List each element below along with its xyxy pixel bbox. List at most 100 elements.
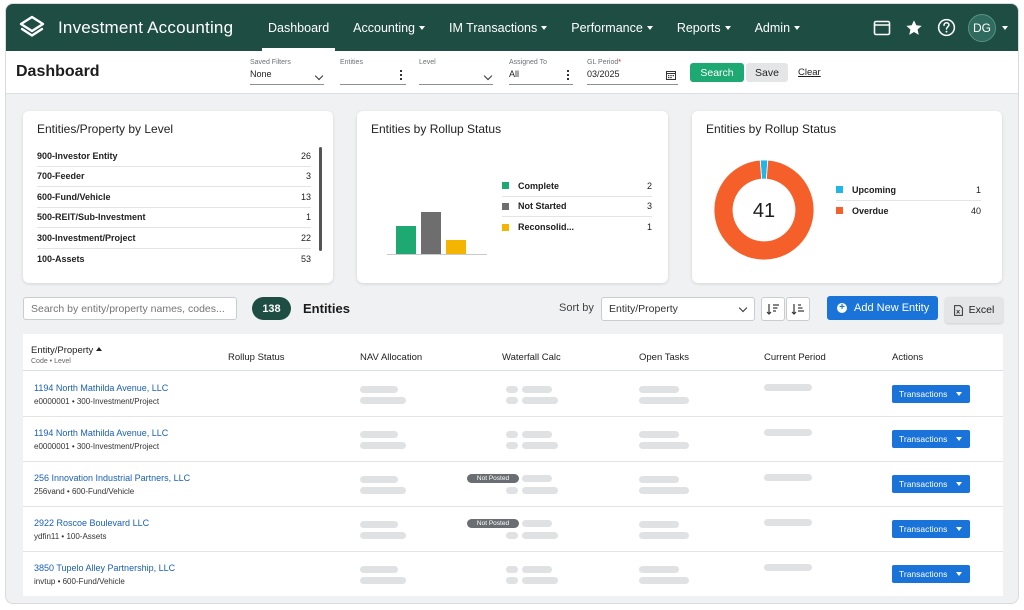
help-icon[interactable] bbox=[936, 18, 956, 38]
caret-down-icon bbox=[724, 25, 731, 30]
level-label: 300-Investment/Project bbox=[37, 232, 136, 243]
level-label: 100-Assets bbox=[37, 253, 85, 264]
scrollbar[interactable] bbox=[319, 147, 322, 251]
level-label: 700-Feeder bbox=[37, 171, 85, 182]
table-row[interactable]: 3850 Tupelo Alley Partnership, LLC invtu… bbox=[23, 552, 1003, 597]
col-current-period[interactable]: Current Period bbox=[764, 352, 826, 363]
not-posted-badge: Not Posted bbox=[467, 519, 519, 528]
button-label: Transactions bbox=[899, 524, 948, 534]
entity-code-level: e0000001 • 300-Investment/Project bbox=[34, 397, 160, 406]
nav-reports[interactable]: Reports bbox=[665, 4, 743, 51]
more-vertical-icon[interactable] bbox=[400, 70, 402, 80]
list-item[interactable]: 100-Assets 53 bbox=[37, 249, 311, 270]
sort-descending-button[interactable] bbox=[761, 297, 785, 321]
transactions-button[interactable]: Transactions bbox=[892, 430, 970, 448]
legend-item: Reconsolid... 1 bbox=[502, 217, 652, 238]
layers-logo-icon bbox=[19, 15, 45, 37]
transactions-button[interactable]: Transactions bbox=[892, 475, 970, 493]
more-vertical-icon[interactable] bbox=[567, 70, 569, 80]
donut-total-label: 41 bbox=[753, 200, 775, 222]
level-select[interactable]: Level bbox=[419, 59, 493, 85]
app-window: Investment Accounting Dashboard Accounti… bbox=[5, 3, 1019, 604]
field-label: Saved Filters bbox=[250, 59, 291, 66]
sort-by-label: Sort by bbox=[559, 302, 594, 314]
table-header: Entity/Property Code • Level Rollup Statu… bbox=[23, 334, 1003, 371]
legend-item: Not Started 3 bbox=[502, 197, 652, 217]
transactions-button[interactable]: Transactions bbox=[892, 520, 970, 538]
add-new-entity-button[interactable]: + Add New Entity bbox=[827, 296, 938, 320]
col-rollup-status[interactable]: Rollup Status bbox=[228, 352, 285, 363]
plus-circle-icon: + bbox=[837, 303, 847, 313]
nav-label: Performance bbox=[571, 20, 643, 35]
nav-admin[interactable]: Admin bbox=[743, 4, 812, 51]
list-item[interactable]: 600-Fund/Vehicle 13 bbox=[37, 187, 311, 208]
list-item[interactable]: 300-Investment/Project 22 bbox=[37, 228, 311, 249]
nav-accounting[interactable]: Accounting bbox=[341, 4, 437, 51]
loading-placeholder bbox=[639, 476, 679, 483]
search-button[interactable]: Search bbox=[690, 63, 744, 82]
entity-search-input[interactable] bbox=[23, 297, 237, 320]
legend-label: Upcoming bbox=[852, 184, 896, 195]
calendar-icon[interactable] bbox=[666, 70, 676, 80]
legend-label: Not Started bbox=[518, 201, 567, 212]
loading-placeholder bbox=[639, 431, 679, 438]
loading-placeholder bbox=[360, 577, 406, 584]
table-row[interactable]: 2922 Roscoe Boulevard LLC ydfin11 • 100-… bbox=[23, 507, 1003, 552]
entity-count-badge: 138 bbox=[252, 297, 291, 320]
save-button[interactable]: Save bbox=[746, 63, 788, 82]
nav-dashboard[interactable]: Dashboard bbox=[256, 4, 341, 51]
user-avatar[interactable]: DG bbox=[968, 13, 996, 42]
entity-link[interactable]: 1194 North Mathilda Avenue, LLC bbox=[34, 383, 168, 393]
entity-link[interactable]: 1194 North Mathilda Avenue, LLC bbox=[34, 428, 168, 438]
sort-select[interactable]: Entity/Property bbox=[601, 297, 755, 321]
loading-placeholder bbox=[764, 519, 812, 526]
transactions-button[interactable]: Transactions bbox=[892, 385, 970, 403]
entities-field[interactable]: Entities bbox=[340, 59, 406, 85]
window-icon[interactable] bbox=[872, 18, 892, 38]
rollup-bar-legend: Complete 2 Not Started 3 Reconsolid... 1 bbox=[502, 176, 652, 238]
gl-period-field[interactable]: GL Period* 03/2025 bbox=[587, 59, 678, 85]
nav-label: IM Transactions bbox=[449, 20, 538, 35]
loading-placeholder bbox=[522, 431, 552, 438]
loading-placeholder bbox=[506, 442, 518, 449]
caret-down-icon bbox=[956, 572, 963, 576]
saved-filters-select[interactable]: Saved Filters None bbox=[250, 59, 324, 85]
legend-label: Reconsolid... bbox=[518, 222, 575, 233]
loading-placeholder bbox=[639, 566, 679, 573]
list-item[interactable]: 500-REIT/Sub-Investment 1 bbox=[37, 208, 311, 228]
loading-placeholder bbox=[360, 487, 406, 494]
assigned-to-field[interactable]: Assigned To All bbox=[509, 59, 573, 85]
excel-export-button[interactable]: Excel bbox=[945, 297, 1003, 323]
entity-link[interactable]: 3850 Tupelo Alley Partnership, LLC bbox=[34, 563, 175, 573]
table-row[interactable]: 1194 North Mathilda Avenue, LLC e0000001… bbox=[23, 417, 1003, 462]
caret-down-icon[interactable] bbox=[1002, 25, 1008, 30]
table-row[interactable]: 256 Innovation Industrial Partners, LLC … bbox=[23, 462, 1003, 507]
table-row[interactable]: 1194 North Mathilda Avenue, LLC e0000001… bbox=[23, 372, 1003, 417]
legend-item: Overdue 40 bbox=[836, 201, 981, 222]
list-item[interactable]: 900-Investor Entity 26 bbox=[37, 146, 311, 167]
button-label: Transactions bbox=[899, 569, 948, 579]
list-item[interactable]: 700-Feeder 3 bbox=[37, 167, 311, 187]
nav-im-transactions[interactable]: IM Transactions bbox=[437, 4, 559, 51]
entity-code-level: invtup • 600-Fund/Vehicle bbox=[34, 577, 125, 586]
sort-asc-icon bbox=[791, 304, 804, 315]
star-icon[interactable] bbox=[904, 18, 924, 38]
col-open-tasks[interactable]: Open Tasks bbox=[639, 352, 689, 363]
sort-ascending-button[interactable] bbox=[786, 297, 810, 321]
legend-swatch bbox=[502, 202, 509, 210]
transactions-button[interactable]: Transactions bbox=[892, 565, 970, 583]
entity-link[interactable]: 256 Innovation Industrial Partners, LLC bbox=[34, 473, 190, 483]
loading-placeholder bbox=[764, 384, 812, 391]
brand[interactable]: Investment Accounting bbox=[18, 14, 256, 42]
legend-swatch bbox=[836, 186, 843, 194]
nav-performance[interactable]: Performance bbox=[559, 4, 665, 51]
caret-down-icon bbox=[956, 437, 963, 441]
col-entity-property[interactable]: Entity/Property Code • Level bbox=[31, 345, 103, 365]
col-nav-allocation[interactable]: NAV Allocation bbox=[360, 352, 422, 363]
legend-count: 40 bbox=[970, 205, 981, 216]
entity-link[interactable]: 2922 Roscoe Boulevard LLC bbox=[34, 518, 149, 528]
loading-placeholder bbox=[639, 386, 679, 393]
clear-link[interactable]: Clear bbox=[798, 67, 821, 78]
loading-placeholder bbox=[360, 521, 398, 528]
col-waterfall-calc[interactable]: Waterfall Calc bbox=[502, 352, 561, 363]
